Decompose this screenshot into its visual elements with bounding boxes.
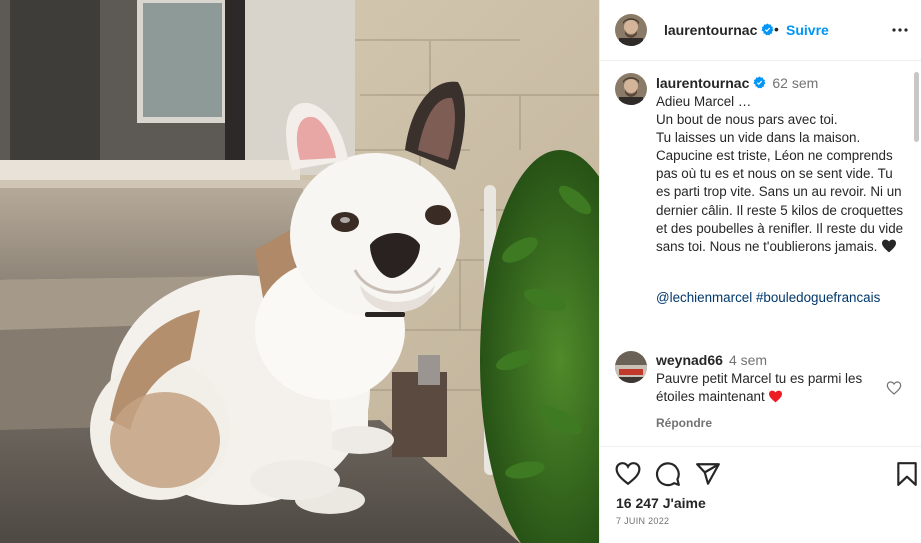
reply-button[interactable]: Répondre xyxy=(656,416,712,430)
comment-like-heart-icon[interactable] xyxy=(886,380,902,396)
post-photo[interactable] xyxy=(0,0,599,543)
verified-badge-icon xyxy=(761,23,774,36)
heart-outline-icon[interactable] xyxy=(615,461,641,487)
caption-time[interactable]: 62 sem xyxy=(772,75,818,91)
likes-count[interactable]: 16 247 J'aime xyxy=(616,495,706,511)
caption-username[interactable]: laurentournac xyxy=(656,75,749,91)
caption-text: Adieu Marcel … Un bout de nous pars avec… xyxy=(656,93,906,256)
post-date[interactable]: 7 juin 2022 xyxy=(616,516,669,526)
comment-body: Pauvre petit Marcel tu es parmi les étoi… xyxy=(656,371,863,404)
post-actions: 16 247 J'aime 7 juin 2022 xyxy=(600,446,921,543)
red-heart-icon xyxy=(769,390,783,403)
comments-scrollbar[interactable] xyxy=(914,72,919,142)
username-text[interactable]: laurentournac xyxy=(664,22,757,38)
commenter-avatar[interactable] xyxy=(615,351,647,383)
caption-avatar[interactable] xyxy=(615,73,647,105)
mention-link[interactable]: @lechienmarcel xyxy=(656,290,752,305)
french-bulldog-photo xyxy=(0,0,599,543)
comment-text: Pauvre petit Marcel tu es parmi les étoi… xyxy=(656,370,876,406)
caption-body: Adieu Marcel … Un bout de nous pars avec… xyxy=(656,94,904,254)
comment-icon[interactable] xyxy=(655,461,681,487)
post-header: laurentournac • Suivre xyxy=(600,0,921,61)
verified-badge-icon xyxy=(753,76,766,89)
avatar[interactable] xyxy=(615,14,647,46)
comment-time[interactable]: 4 sem xyxy=(729,352,767,368)
post-side-panel: laurentournac • Suivre laurentournac 62 s… xyxy=(599,0,921,543)
hashtag-link[interactable]: #bouledoguefrancais xyxy=(756,290,880,305)
share-icon[interactable] xyxy=(695,461,721,487)
hashtag-links: @lechienmarcel #bouledoguefrancais xyxy=(656,290,880,305)
bookmark-icon[interactable] xyxy=(894,461,920,487)
more-options-icon[interactable] xyxy=(890,20,910,40)
comments-section[interactable]: laurentournac 62 sem Adieu Marcel … Un bo… xyxy=(600,62,921,444)
follow-button[interactable]: Suivre xyxy=(786,22,829,38)
separator-dot: • xyxy=(774,21,779,37)
black-heart-icon xyxy=(882,239,897,253)
comment-username[interactable]: weynad66 xyxy=(656,352,723,368)
caption-header: laurentournac 62 sem xyxy=(656,75,818,91)
header-username[interactable]: laurentournac xyxy=(664,22,774,38)
comment-header: weynad66 4 sem xyxy=(656,352,767,368)
